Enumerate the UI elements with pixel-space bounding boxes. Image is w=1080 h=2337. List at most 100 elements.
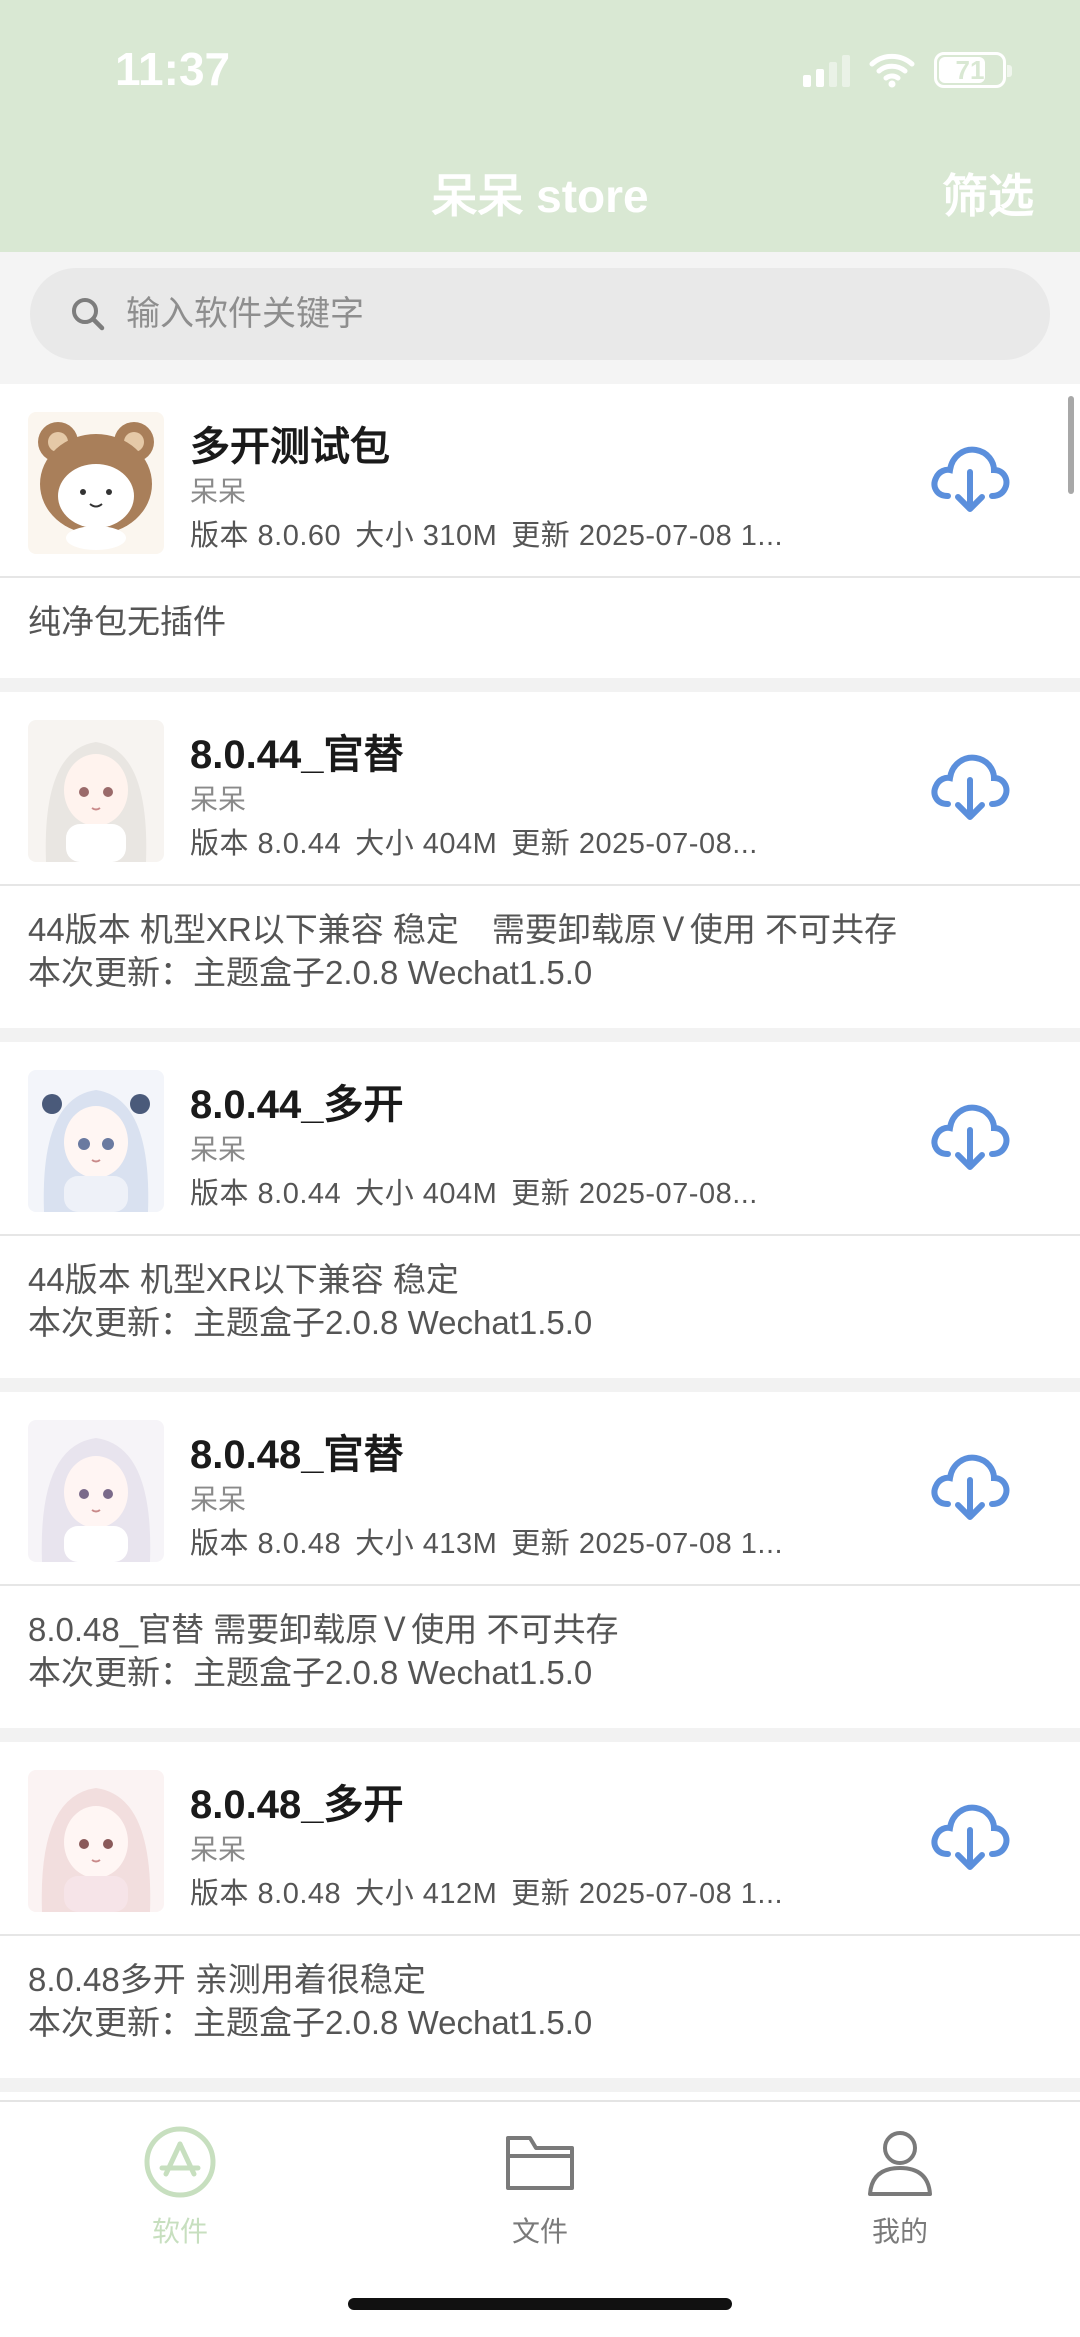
divider — [0, 1728, 1080, 1742]
app-updated: 更新 2025-07-08... — [511, 1178, 758, 1210]
tab-software[interactable]: 软件 — [80, 2124, 280, 2250]
app-description: 44版本 机型XR以下兼容 稳定 需要卸载原Ｖ使用 不可共存 本次更新：主题盒子… — [0, 886, 1080, 1028]
app-name: 8.0.48_多开 — [190, 1783, 404, 1827]
cloud-download-icon — [931, 446, 1010, 512]
tab-mine[interactable]: 我的 — [800, 2124, 1000, 2250]
status-time: 11:37 — [115, 43, 231, 95]
app-row[interactable]: 8.0.44_多开 呆呆 版本 8.0.44 大小 404M 更新 2025-07-… — [0, 1042, 1080, 1236]
app-row[interactable]: 8.0.48_官替 呆呆 版本 8.0.48 大小 413M 更新 2025-07-… — [0, 1392, 1080, 1586]
desc-line: 纯净包无插件 — [28, 603, 226, 640]
desc-line: 本次更新：主题盒子2.0.8 Wechat1.5.0 — [28, 1304, 593, 1341]
home-indicator — [348, 2298, 732, 2310]
desc-line: 8.0.48多开 亲测用着很稳定 — [28, 1961, 426, 1998]
status-icons: 71 — [803, 52, 1012, 88]
tab-label: 软件 — [151, 2216, 208, 2247]
filter-button[interactable]: 筛选 — [942, 160, 1034, 226]
tab-label: 我的 — [871, 2216, 928, 2247]
download-button[interactable] — [930, 748, 1010, 824]
app-size: 大小 413M — [355, 1528, 498, 1560]
battery-icon: 71 — [934, 52, 1012, 88]
divider — [0, 678, 1080, 692]
app-description: 8.0.48多开 亲测用着很稳定 本次更新：主题盒子2.0.8 Wechat1.… — [0, 1936, 1080, 2078]
app-thumbnail — [28, 1770, 164, 1912]
page-title: 呆呆 store — [431, 170, 649, 222]
app-meta: 版本 8.0.48 大小 412M 更新 2025-07-08 1... — [190, 1870, 855, 1912]
app-author: 呆呆 — [190, 476, 247, 507]
app-author: 呆呆 — [190, 1484, 247, 1515]
tab-label: 文件 — [511, 2216, 568, 2247]
cloud-download-icon — [931, 1804, 1010, 1870]
app-thumbnail — [28, 1070, 164, 1212]
cloud-download-icon — [931, 754, 1010, 820]
download-button[interactable] — [930, 1798, 1010, 1874]
app-author: 呆呆 — [190, 784, 247, 815]
app-row[interactable]: 多开测试包 呆呆 版本 8.0.60 大小 310M 更新 2025-07-08 1… — [0, 384, 1080, 578]
desc-line: 本次更新：主题盒子2.0.8 Wechat1.5.0 — [28, 954, 593, 991]
app-name: 8.0.48_官替 — [190, 1433, 404, 1477]
desc-line: 本次更新：主题盒子2.0.8 Wechat1.5.0 — [28, 1654, 593, 1691]
download-button[interactable] — [930, 1098, 1010, 1174]
app-list: 多开测试包 呆呆 版本 8.0.60 大小 310M 更新 2025-07-08 1… — [0, 384, 1080, 2092]
app-screen: 11:37 71 呆呆 store 筛选 输入软件关键字 多开测试包 呆呆 版本… — [0, 0, 1080, 2337]
divider — [0, 2078, 1080, 2092]
app-description: 8.0.48_官替 需要卸载原Ｖ使用 不可共存 本次更新：主题盒子2.0.8 W… — [0, 1586, 1080, 1728]
app-description: 纯净包无插件 — [0, 578, 1080, 678]
scrollbar[interactable] — [1068, 396, 1074, 494]
app-name: 8.0.44_官替 — [190, 733, 404, 777]
app-name: 8.0.44_多开 — [190, 1083, 404, 1127]
app-updated: 更新 2025-07-08 1... — [511, 1878, 784, 1910]
anime-girl-avatar-icon — [28, 1070, 164, 1212]
app-size: 大小 412M — [355, 1878, 498, 1910]
anime-girl-avatar-icon — [28, 720, 164, 862]
tab-files[interactable]: 文件 — [440, 2124, 640, 2250]
app-version: 版本 8.0.48 — [190, 1878, 342, 1910]
search-box[interactable] — [30, 268, 1050, 360]
desc-line: 本次更新：主题盒子2.0.8 Wechat1.5.0 — [28, 2004, 593, 2041]
list-item[interactable]: 8.0.44_多开 呆呆 版本 8.0.44 大小 404M 更新 2025-07-… — [0, 1042, 1080, 1378]
app-updated: 更新 2025-07-08 1... — [511, 1528, 784, 1560]
app-author: 呆呆 — [190, 1134, 247, 1165]
app-version: 版本 8.0.48 — [190, 1528, 342, 1560]
app-updated: 更新 2025-07-08 1... — [511, 520, 784, 552]
app-store-icon — [144, 2126, 216, 2198]
cloud-download-icon — [931, 1454, 1010, 1520]
divider — [0, 1028, 1080, 1042]
app-thumbnail — [28, 720, 164, 862]
desc-line: 44版本 机型XR以下兼容 稳定 需要卸载原Ｖ使用 不可共存 — [28, 911, 898, 948]
app-meta: 版本 8.0.44 大小 404M 更新 2025-07-08... — [190, 820, 855, 862]
app-meta: 版本 8.0.48 大小 413M 更新 2025-07-08 1... — [190, 1520, 855, 1562]
list-item[interactable]: 多开测试包 呆呆 版本 8.0.60 大小 310M 更新 2025-07-08 1… — [0, 384, 1080, 678]
app-row[interactable]: 8.0.48_多开 呆呆 版本 8.0.48 大小 412M 更新 2025-07-… — [0, 1742, 1080, 1936]
desc-line: 44版本 机型XR以下兼容 稳定 — [28, 1261, 459, 1298]
app-size: 大小 404M — [355, 828, 498, 860]
battery-level: 71 — [955, 54, 985, 85]
list-item[interactable]: 8.0.48_官替 呆呆 版本 8.0.48 大小 413M 更新 2025-07-… — [0, 1392, 1080, 1728]
search-icon — [72, 298, 105, 331]
app-version: 版本 8.0.44 — [190, 1178, 342, 1210]
anime-girl-avatar-icon — [28, 1420, 164, 1562]
anime-girl-avatar-icon — [28, 1770, 164, 1912]
app-name: 多开测试包 — [190, 425, 390, 469]
app-version: 版本 8.0.60 — [190, 520, 342, 552]
app-thumbnail — [28, 412, 164, 554]
desc-line: 8.0.48_官替 需要卸载原Ｖ使用 不可共存 — [28, 1611, 619, 1648]
cloud-download-icon — [931, 1104, 1010, 1170]
download-button[interactable] — [930, 1448, 1010, 1524]
bear-hood-avatar-icon — [28, 412, 164, 554]
search-input[interactable] — [126, 294, 986, 334]
divider — [0, 1378, 1080, 1392]
app-updated: 更新 2025-07-08... — [511, 828, 758, 860]
person-icon — [868, 2131, 932, 2196]
header: 11:37 71 呆呆 store 筛选 — [0, 0, 1080, 252]
signal-icon — [803, 53, 850, 87]
app-thumbnail — [28, 1420, 164, 1562]
app-meta: 版本 8.0.60 大小 310M 更新 2025-07-08 1... — [190, 512, 855, 554]
wifi-icon — [869, 53, 915, 88]
app-description: 44版本 机型XR以下兼容 稳定 本次更新：主题盒子2.0.8 Wechat1.… — [0, 1236, 1080, 1378]
app-version: 版本 8.0.44 — [190, 828, 342, 860]
download-button[interactable] — [930, 440, 1010, 516]
app-row[interactable]: 8.0.44_官替 呆呆 版本 8.0.44 大小 404M 更新 2025-07-… — [0, 692, 1080, 886]
list-item[interactable]: 8.0.44_官替 呆呆 版本 8.0.44 大小 404M 更新 2025-07-… — [0, 692, 1080, 1028]
app-size: 大小 404M — [355, 1178, 498, 1210]
list-item[interactable]: 8.0.48_多开 呆呆 版本 8.0.48 大小 412M 更新 2025-07-… — [0, 1742, 1080, 2078]
